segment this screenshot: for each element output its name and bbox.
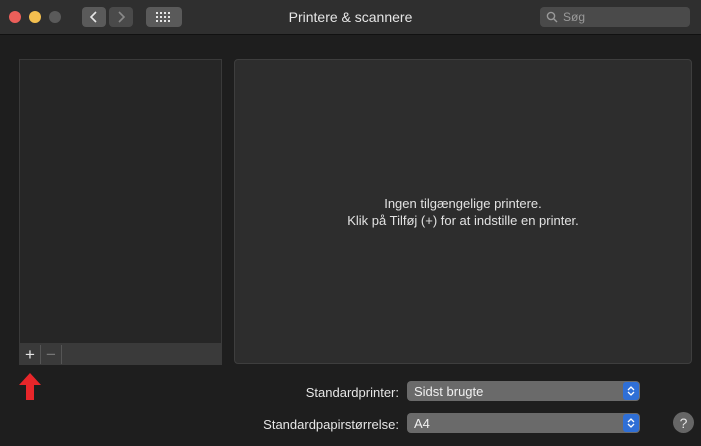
empty-state-hint: Klik på Tilføj (+) for at indstille en p… [347,212,579,228]
printer-detail-panel: Ingen tilgængelige printere. Klik på Til… [234,59,692,364]
empty-state-title: Ingen tilgængelige printere. [384,195,542,211]
default-printer-value: Sidst brugte [414,383,484,399]
stepper-arrows-icon [623,382,639,400]
default-printer-label: Standardprinter: [305,385,399,400]
red-arrow-icon [19,373,41,400]
search-field[interactable] [540,7,690,27]
default-printer-popup[interactable]: Sidst brugte [407,381,640,401]
list-toolbar: + − [19,344,222,365]
help-button[interactable]: ? [673,412,694,433]
add-printer-button[interactable]: + [20,345,41,364]
title-bar: Printere & scannere [0,0,701,35]
search-icon [546,11,558,23]
default-paper-size-value: A4 [414,415,430,431]
search-input[interactable] [563,10,683,24]
printer-list[interactable] [19,59,222,344]
remove-printer-button[interactable]: − [41,345,62,364]
default-paper-size-popup[interactable]: A4 [407,413,640,433]
default-paper-size-label: Standardpapirstørrelse: [263,417,399,432]
stepper-arrows-icon [623,414,639,432]
